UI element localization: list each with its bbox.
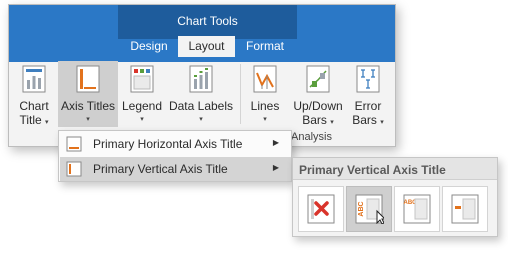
chart-title-label-2: Title bbox=[19, 113, 42, 127]
up-down-bars-label-2: Bars bbox=[302, 113, 327, 127]
rotated-title-icon-text: ABC bbox=[358, 201, 365, 216]
none-icon bbox=[307, 194, 335, 224]
up-down-bars-dropdown-icon: ▾ bbox=[330, 119, 334, 126]
vertical-axis-title-icon bbox=[66, 161, 82, 177]
axis-titles-icon bbox=[74, 65, 102, 93]
horizontal-title-icon bbox=[451, 194, 479, 224]
legend-icon bbox=[128, 65, 156, 93]
menu-item-label: Primary Horizontal Axis Title bbox=[93, 137, 243, 151]
axis-titles-button[interactable]: Axis Titles ▾ bbox=[58, 61, 118, 127]
up-down-bars-button[interactable]: Up/Down Bars ▾ bbox=[290, 61, 346, 127]
menu-item-label: Primary Vertical Axis Title bbox=[93, 162, 228, 176]
gallery-option-vertical-title[interactable]: ABC bbox=[394, 186, 440, 232]
contextual-tab-title: Chart Tools bbox=[177, 14, 238, 28]
data-labels-label: Data Labels bbox=[168, 99, 234, 113]
rotated-title-icon: ABC bbox=[355, 194, 384, 224]
axis-titles-menu: Primary Horizontal Axis Title ▶ Primary … bbox=[58, 130, 292, 182]
error-bars-label-2: Bars bbox=[352, 113, 377, 127]
error-bars-dropdown-icon: ▾ bbox=[380, 119, 384, 126]
axis-titles-dropdown-icon: ▾ bbox=[86, 116, 90, 123]
axis-titles-label: Axis Titles bbox=[60, 99, 115, 113]
submenu-arrow-icon: ▶ bbox=[272, 138, 279, 147]
data-labels-icon bbox=[187, 65, 215, 93]
error-bars-icon bbox=[354, 65, 382, 93]
tab-design[interactable]: Design bbox=[120, 36, 178, 57]
data-labels-button[interactable]: Data Labels ▾ bbox=[168, 61, 234, 127]
up-down-bars-icon bbox=[304, 65, 332, 93]
gallery-option-horizontal-title[interactable] bbox=[442, 186, 488, 232]
up-down-bars-label-1: Up/Down bbox=[293, 99, 343, 113]
submenu-arrow-icon: ▶ bbox=[272, 163, 279, 172]
error-bars-label-1: Error bbox=[354, 99, 382, 113]
data-labels-dropdown-icon: ▾ bbox=[199, 116, 203, 123]
group-separator bbox=[240, 64, 241, 124]
legend-button[interactable]: Legend ▾ bbox=[120, 61, 164, 127]
gallery-header: Primary Vertical Axis Title bbox=[293, 158, 497, 180]
tab-layout[interactable]: Layout bbox=[178, 36, 235, 57]
lines-button[interactable]: Lines ▾ bbox=[245, 61, 285, 127]
gallery-option-none[interactable] bbox=[298, 186, 344, 232]
tab-format[interactable]: Format bbox=[235, 36, 295, 57]
chart-title-dropdown-icon: ▾ bbox=[45, 119, 49, 126]
vertical-axis-title-gallery: Primary Vertical Axis Title ABC ABC bbox=[292, 157, 498, 237]
chart-title-label-1: Chart bbox=[19, 99, 49, 113]
vertical-title-icon: ABC bbox=[403, 194, 431, 224]
gallery-title: Primary Vertical Axis Title bbox=[299, 163, 446, 177]
gallery-option-rotated-title[interactable]: ABC bbox=[346, 186, 392, 232]
legend-label: Legend bbox=[121, 99, 163, 113]
chart-title-icon bbox=[20, 65, 48, 93]
error-bars-button[interactable]: Error Bars ▾ bbox=[348, 61, 388, 127]
chart-title-button[interactable]: Chart Title ▾ bbox=[12, 61, 56, 127]
lines-label: Lines bbox=[250, 99, 280, 113]
lines-icon bbox=[251, 65, 279, 93]
lines-dropdown-icon: ▾ bbox=[263, 116, 267, 123]
horizontal-axis-title-icon bbox=[66, 136, 82, 152]
menu-item-primary-vertical-axis-title[interactable]: Primary Vertical Axis Title ▶ bbox=[60, 157, 291, 181]
legend-dropdown-icon: ▾ bbox=[140, 116, 144, 123]
menu-item-primary-horizontal-axis-title[interactable]: Primary Horizontal Axis Title ▶ bbox=[60, 132, 291, 156]
analysis-group-label: Analysis bbox=[291, 131, 332, 143]
